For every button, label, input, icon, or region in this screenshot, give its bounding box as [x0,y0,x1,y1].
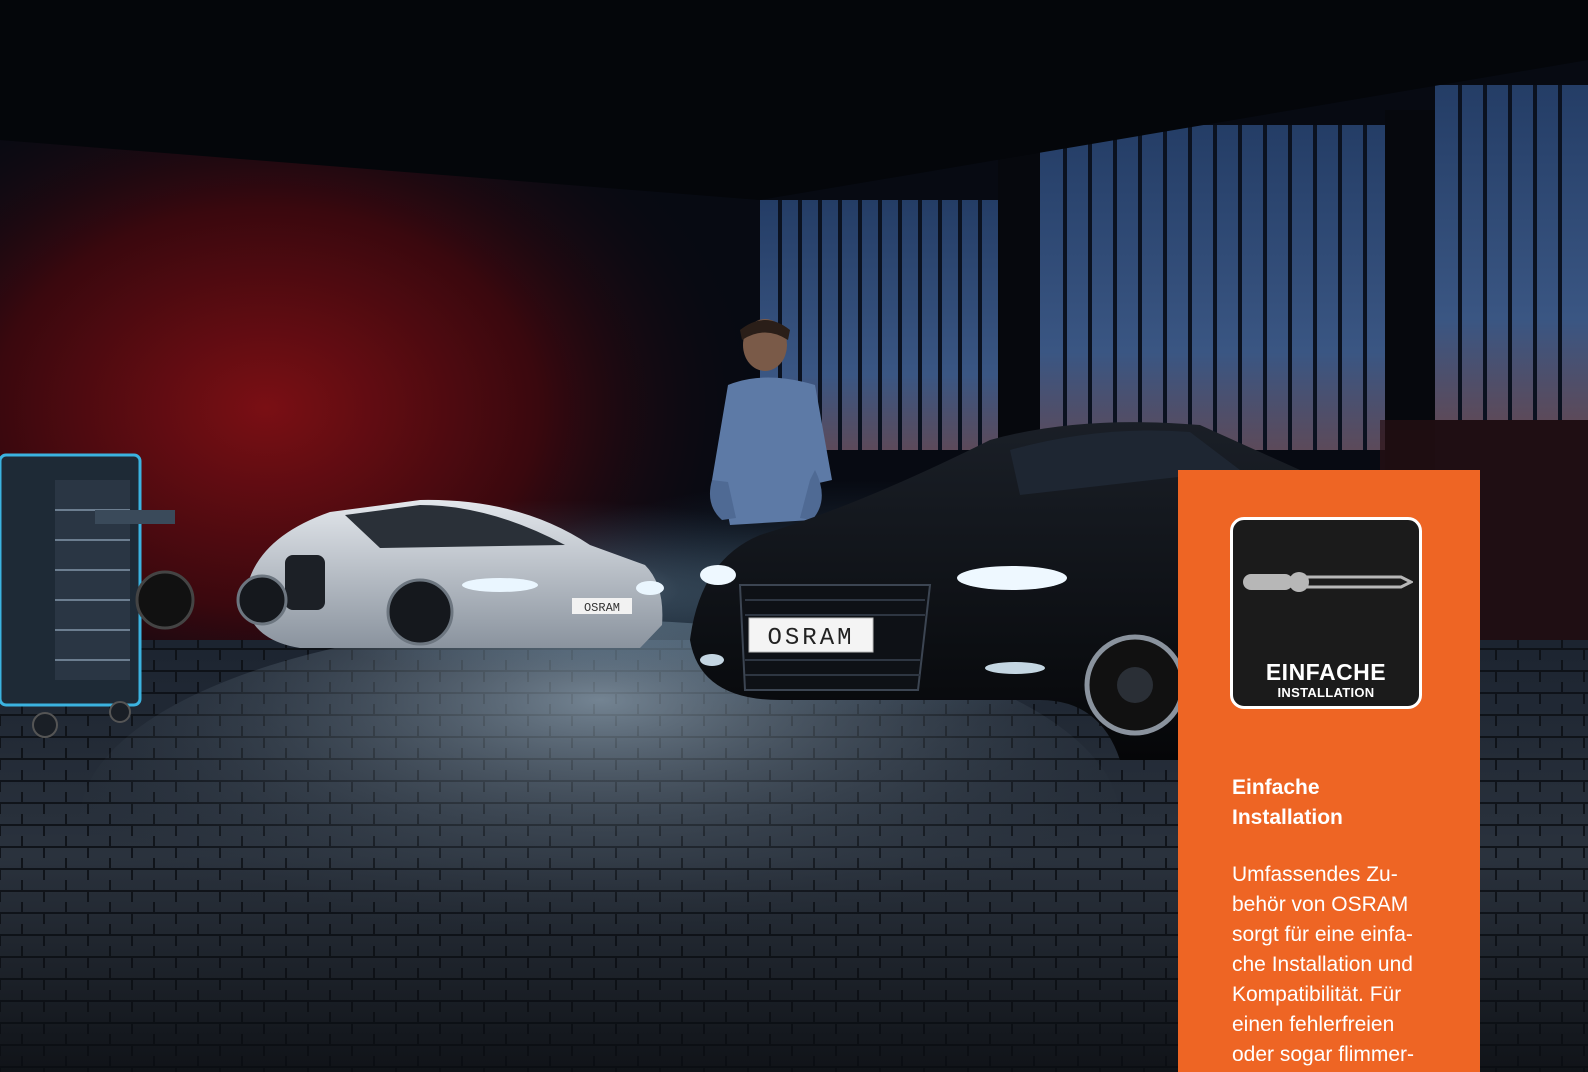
license-plate-left: OSRAM [584,601,620,615]
badge-title: EINFACHE [1265,659,1387,685]
license-plate-right: OSRAM [767,625,854,652]
feature-panel: EINFACHE INSTALLATION Einfache Installat… [1178,470,1480,1072]
screwdriver-icon [1243,572,1413,592]
easy-installation-badge: EINFACHE INSTALLATION [1230,517,1422,709]
panel-heading: Einfache Installation [1232,776,1343,829]
panel-body-text: Umfassendes Zu- behör von OSRAM sorgt fü… [1232,863,1415,1066]
badge-subtitle: INSTALLATION [1277,685,1375,700]
